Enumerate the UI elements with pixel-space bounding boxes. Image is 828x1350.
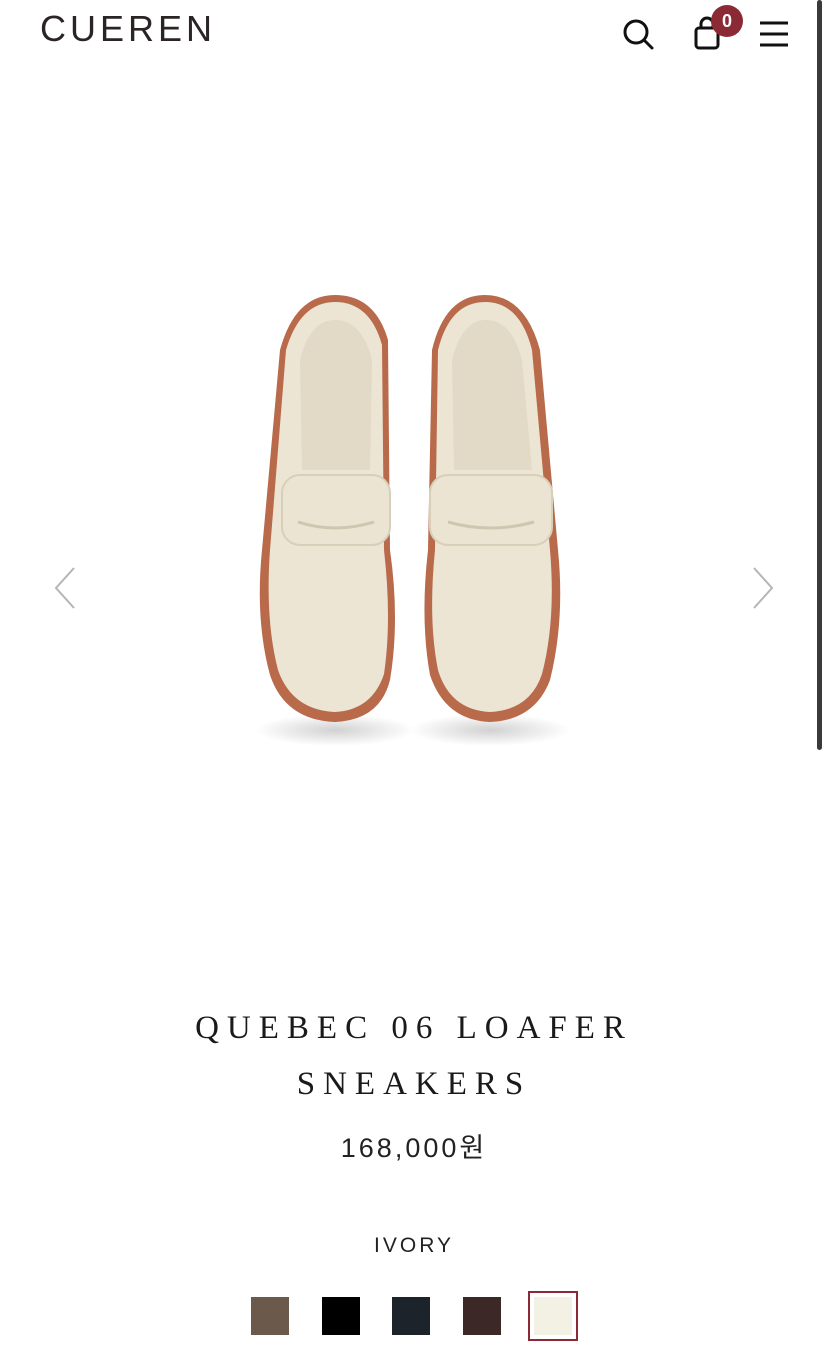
search-icon <box>623 19 654 50</box>
gallery-prev-button[interactable] <box>50 566 82 610</box>
color-swatch-fill <box>534 1297 572 1335</box>
search-button[interactable] <box>618 14 658 54</box>
chevron-right-icon <box>753 567 774 609</box>
color-swatch-selected[interactable] <box>528 1291 578 1341</box>
product-title-line-2: SNEAKERS <box>296 1066 532 1102</box>
menu-button[interactable] <box>756 16 792 52</box>
page-scrollbar[interactable] <box>817 0 822 750</box>
chevron-left-icon <box>54 567 75 609</box>
product-image-gallery <box>0 80 816 940</box>
product-price: 168,000원 <box>340 1133 488 1163</box>
brand-logo[interactable]: CUEREN <box>40 8 216 50</box>
selected-color-label: IVORY <box>374 1234 454 1257</box>
color-swatch[interactable] <box>322 1297 360 1335</box>
hamburger-menu-icon <box>760 21 788 47</box>
color-swatches <box>0 1291 828 1341</box>
cart-count-badge: 0 <box>711 5 743 37</box>
color-swatch[interactable] <box>392 1297 430 1335</box>
color-swatch[interactable] <box>251 1297 289 1335</box>
shoes-product-image <box>255 295 570 746</box>
product-title: QUEBEC 06 LOAFER SNEAKERS <box>60 1000 768 1112</box>
product-title-line-1: QUEBEC 06 LOAFER <box>195 1010 633 1046</box>
gallery-next-button[interactable] <box>746 566 778 610</box>
site-header: CUEREN 0 <box>0 0 828 70</box>
color-swatch[interactable] <box>463 1297 501 1335</box>
